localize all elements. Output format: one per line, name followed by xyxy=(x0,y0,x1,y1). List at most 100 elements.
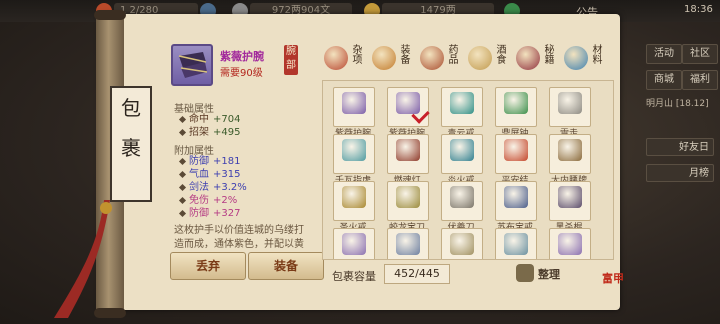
location-label: 明月山 [18.12] xyxy=(646,99,709,109)
item-name: 紫薇护腕 xyxy=(220,50,264,63)
category-tab-label[interactable]: 酒食 xyxy=(494,44,505,64)
activity-button[interactable]: 活动 xyxy=(646,44,682,64)
item-slot-badge: 腕部 xyxy=(284,45,298,75)
stat-key: 防御 xyxy=(189,208,209,219)
game-logo: 富甲 xyxy=(602,272,624,285)
item-icon xyxy=(558,233,582,255)
category-tab-label[interactable]: 杂项 xyxy=(350,44,361,64)
item-icon xyxy=(504,92,528,114)
sort-button[interactable]: 整理 xyxy=(538,266,560,282)
inventory-slot[interactable] xyxy=(333,134,375,174)
inventory-slot[interactable] xyxy=(441,228,483,259)
item-requirement: 需要90级 xyxy=(220,68,263,79)
right-menu: 活动 社区 商城 福利 明月山 [18.12] 好友日 月榜 xyxy=(640,38,720,198)
item-detail-panel: 紫薇护腕 需要90级 腕部 基础属性 命中 +704 招架 +495 附加属性 防御… xyxy=(166,40,324,310)
category-tab-icon[interactable] xyxy=(372,46,396,70)
item-icon xyxy=(450,92,474,114)
item-icon xyxy=(558,139,582,161)
item-icon xyxy=(558,186,582,208)
category-tab-icon[interactable] xyxy=(420,46,444,70)
category-tab-icon[interactable] xyxy=(324,46,348,70)
inventory-slot[interactable] xyxy=(495,181,537,221)
inventory-slot[interactable] xyxy=(549,228,591,259)
item-icon xyxy=(342,186,366,208)
stat-value: +2% xyxy=(213,195,238,206)
item-icon xyxy=(342,233,366,255)
item-icon xyxy=(450,139,474,161)
stat-value: +315 xyxy=(213,169,241,180)
stat-value: +3.2% xyxy=(213,182,247,193)
stat-row: 命中 +704 xyxy=(178,113,241,126)
inventory-slot[interactable] xyxy=(333,181,375,221)
category-tab-icon[interactable] xyxy=(516,46,540,70)
item-icon xyxy=(504,139,528,161)
stat-row: 防御 +181 xyxy=(178,155,241,168)
inventory-slot[interactable] xyxy=(549,134,591,174)
stat-row: 招架 +495 xyxy=(178,126,241,139)
inventory-slot[interactable] xyxy=(387,134,429,174)
inventory-slot[interactable] xyxy=(441,134,483,174)
item-description[interactable]: 这枚护手以价值连城的乌缕打造而成，通体紫色，并配以黄金镶嵌，十分昂贵，防御出众 xyxy=(174,224,308,252)
stat-key: 气血 xyxy=(189,169,209,180)
shop-button[interactable]: 商城 xyxy=(646,70,682,90)
inventory-slot[interactable] xyxy=(549,181,591,221)
item-icon xyxy=(342,92,366,114)
stat-row: 防御 +327 xyxy=(178,207,241,220)
item-portrait xyxy=(171,44,213,86)
category-tab-icon[interactable] xyxy=(468,46,492,70)
community-button[interactable]: 社区 xyxy=(682,44,718,64)
inventory-slot[interactable] xyxy=(549,87,591,127)
stat-value: +327 xyxy=(213,208,241,219)
inventory-title: 包 裹 xyxy=(110,86,152,202)
ranking-option[interactable]: 月榜 xyxy=(646,164,714,182)
stat-row: 免伤 +2% xyxy=(178,194,238,207)
stat-value: +704 xyxy=(213,114,241,125)
capacity-label: 包裹容量 xyxy=(332,270,376,283)
bag-icon[interactable] xyxy=(516,264,534,282)
inventory-slot[interactable] xyxy=(441,181,483,221)
category-tab-label[interactable]: 秘籍 xyxy=(542,44,553,64)
category-tab-label[interactable]: 材料 xyxy=(590,44,601,64)
clock: 18:36 xyxy=(684,4,713,15)
equip-button[interactable]: 装备 xyxy=(248,252,324,280)
inventory-slot[interactable] xyxy=(333,228,375,259)
stat-key: 命中 xyxy=(189,114,209,125)
title-char: 包 xyxy=(121,96,141,120)
bracer-icon xyxy=(178,52,208,78)
inventory-slot[interactable] xyxy=(387,181,429,221)
inventory-grid: 紫薇护腕紫薇护腕青云戒鼎屏钟雪走千瓦指虎燃魂灯炎火戒平安结大内腰牌圣火戒蛟龙宝刀… xyxy=(322,80,614,260)
inventory-slot[interactable] xyxy=(495,228,537,259)
item-icon xyxy=(396,186,420,208)
item-icon xyxy=(504,233,528,255)
category-tab-label[interactable]: 装备 xyxy=(398,44,409,64)
slot-label: 腕部 xyxy=(286,46,296,71)
welfare-button[interactable]: 福利 xyxy=(682,70,718,90)
inventory-slot[interactable] xyxy=(495,134,537,174)
discard-button[interactable]: 丢弃 xyxy=(170,252,246,280)
stat-key: 招架 xyxy=(189,127,209,138)
roller-cap xyxy=(94,10,126,20)
item-icon xyxy=(450,186,474,208)
item-icon xyxy=(342,139,366,161)
stat-key: 剑法 xyxy=(189,182,209,193)
inventory-slot[interactable] xyxy=(441,87,483,127)
category-tab-label[interactable]: 药品 xyxy=(446,44,457,64)
item-icon xyxy=(504,186,528,208)
stat-row: 气血 +315 xyxy=(178,168,241,181)
stat-value: +181 xyxy=(213,156,241,167)
category-tab-icon[interactable] xyxy=(564,46,588,70)
tassel-decoration xyxy=(54,200,112,318)
stat-value: +495 xyxy=(213,127,241,138)
item-icon xyxy=(450,233,474,255)
inventory-slot[interactable] xyxy=(495,87,537,127)
stat-row: 剑法 +3.2% xyxy=(178,181,247,194)
stat-key: 免伤 xyxy=(189,195,209,206)
item-icon xyxy=(396,139,420,161)
inventory-slot[interactable] xyxy=(387,228,429,259)
stat-key: 防御 xyxy=(189,156,209,167)
item-icon xyxy=(558,92,582,114)
friends-option[interactable]: 好友日 xyxy=(646,138,714,156)
title-char: 裹 xyxy=(121,136,141,160)
item-icon xyxy=(396,233,420,255)
inventory-slot[interactable] xyxy=(333,87,375,127)
